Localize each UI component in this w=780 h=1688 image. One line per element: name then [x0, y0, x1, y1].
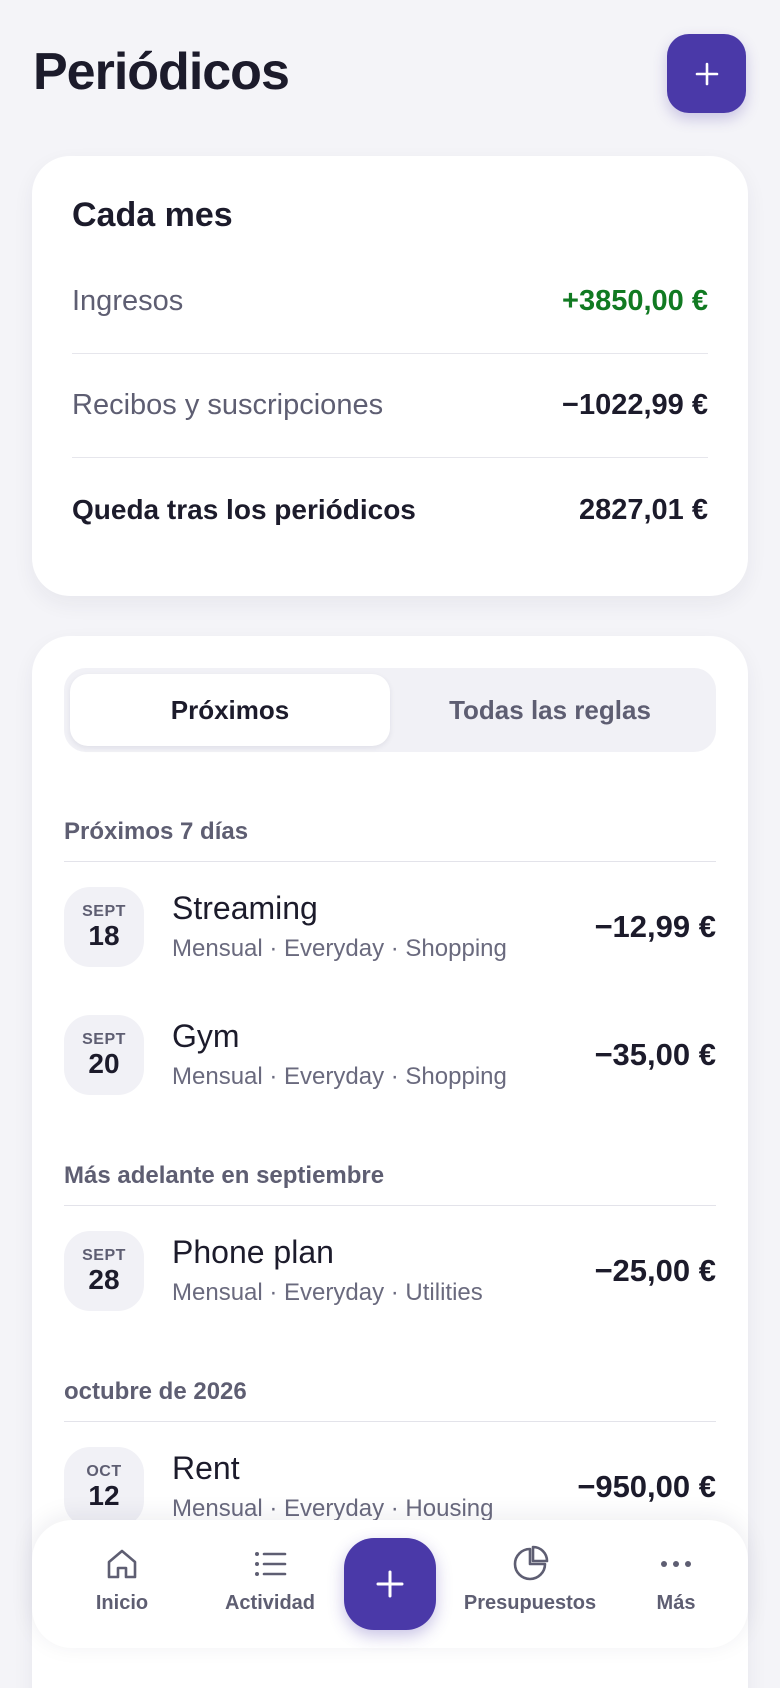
date-day: 18 — [88, 920, 120, 951]
page-title: Periódicos — [33, 43, 290, 101]
date-month: OCT — [86, 1463, 122, 1480]
item-meta: Mensual · Everyday · Utilities — [172, 1279, 483, 1306]
group-title: octubre de 2026 — [64, 1374, 716, 1422]
date-day: 28 — [88, 1264, 120, 1295]
plus-icon — [695, 62, 718, 85]
tab-more[interactable]: Más — [628, 1542, 724, 1632]
monthly-summary-card: Cada mes Ingresos +3850,00 € Recibos y s… — [32, 156, 748, 596]
add-recurring-button[interactable] — [667, 34, 746, 113]
summary-value: −1022,99 € — [562, 389, 708, 421]
date-month: SEPT — [82, 903, 126, 920]
date-badge: OCT 12 — [64, 1447, 144, 1527]
date-badge: SEPT 28 — [64, 1231, 144, 1311]
date-badge: SEPT 20 — [64, 1015, 144, 1095]
add-transaction-button[interactable] — [344, 1538, 436, 1630]
summary-label: Recibos y suscripciones — [72, 389, 384, 421]
list-item[interactable]: SEPT 20 Gym Mensual · Everyday · Shoppin… — [64, 1000, 716, 1110]
summary-label: Ingresos — [72, 285, 184, 317]
item-name: Phone plan — [172, 1234, 334, 1270]
item-meta: Mensual · Everyday · Shopping — [172, 1063, 507, 1090]
summary-value: 2827,01 € — [578, 493, 708, 526]
date-month: SEPT — [82, 1031, 126, 1048]
date-month: SEPT — [82, 1247, 126, 1264]
date-day: 20 — [88, 1048, 120, 1079]
item-meta: Mensual · Everyday · Shopping — [172, 935, 507, 962]
item-amount: −35,00 € — [594, 1037, 716, 1072]
bottom-tab-bar: Inicio Actividad Presupuestos Más — [32, 1520, 748, 1648]
segmented-control: Próximos Todas las reglas — [64, 668, 716, 752]
home-icon — [102, 1542, 142, 1586]
list-item[interactable]: SEPT 28 Phone plan Mensual · Everyday · … — [64, 1216, 716, 1326]
item-name: Gym — [172, 1018, 240, 1054]
summary-value: +3850,00 € — [562, 285, 708, 317]
group-title: Próximos 7 días — [64, 814, 716, 862]
tab-budgets[interactable]: Presupuestos — [450, 1542, 610, 1632]
tab-all-rules[interactable]: Todas las reglas — [390, 674, 710, 746]
item-text: Streaming Mensual · Everyday · Shopping — [172, 888, 594, 966]
tab-label: Presupuestos — [463, 1592, 597, 1614]
group-title: Más adelante en septiembre — [64, 1158, 716, 1206]
item-name: Streaming — [172, 890, 318, 926]
tab-activity[interactable]: Actividad — [200, 1542, 340, 1632]
tab-home[interactable]: Inicio — [64, 1542, 180, 1632]
item-amount: −950,00 € — [577, 1469, 716, 1504]
summary-row-bills: Recibos y suscripciones −1022,99 € — [72, 354, 708, 458]
item-text: Gym Mensual · Everyday · Shopping — [172, 1016, 594, 1094]
item-amount: −25,00 € — [594, 1253, 716, 1288]
header: Periódicos — [0, 0, 780, 150]
pie-chart-icon — [510, 1542, 550, 1586]
tab-label: Inicio — [95, 1592, 149, 1614]
summary-row-remaining: Queda tras los periódicos 2827,01 € — [72, 458, 708, 562]
more-dots-icon — [656, 1542, 696, 1586]
plus-icon — [376, 1570, 404, 1598]
summary-row-income: Ingresos +3850,00 € — [72, 250, 708, 354]
tab-label: Actividad — [224, 1592, 316, 1614]
item-name: Rent — [172, 1450, 240, 1486]
date-badge: SEPT 18 — [64, 887, 144, 967]
list-item[interactable]: SEPT 18 Streaming Mensual · Everyday · S… — [64, 872, 716, 982]
summary-title: Cada mes — [72, 196, 233, 234]
item-amount: −12,99 € — [594, 909, 716, 944]
date-day: 12 — [88, 1480, 120, 1511]
item-text: Phone plan Mensual · Everyday · Utilitie… — [172, 1232, 594, 1310]
list-icon — [250, 1542, 290, 1586]
summary-label: Queda tras los periódicos — [72, 494, 416, 525]
tab-label: Más — [656, 1592, 696, 1614]
tab-upcoming[interactable]: Próximos — [70, 674, 390, 746]
item-text: Rent Mensual · Everyday · Housing — [172, 1448, 577, 1526]
